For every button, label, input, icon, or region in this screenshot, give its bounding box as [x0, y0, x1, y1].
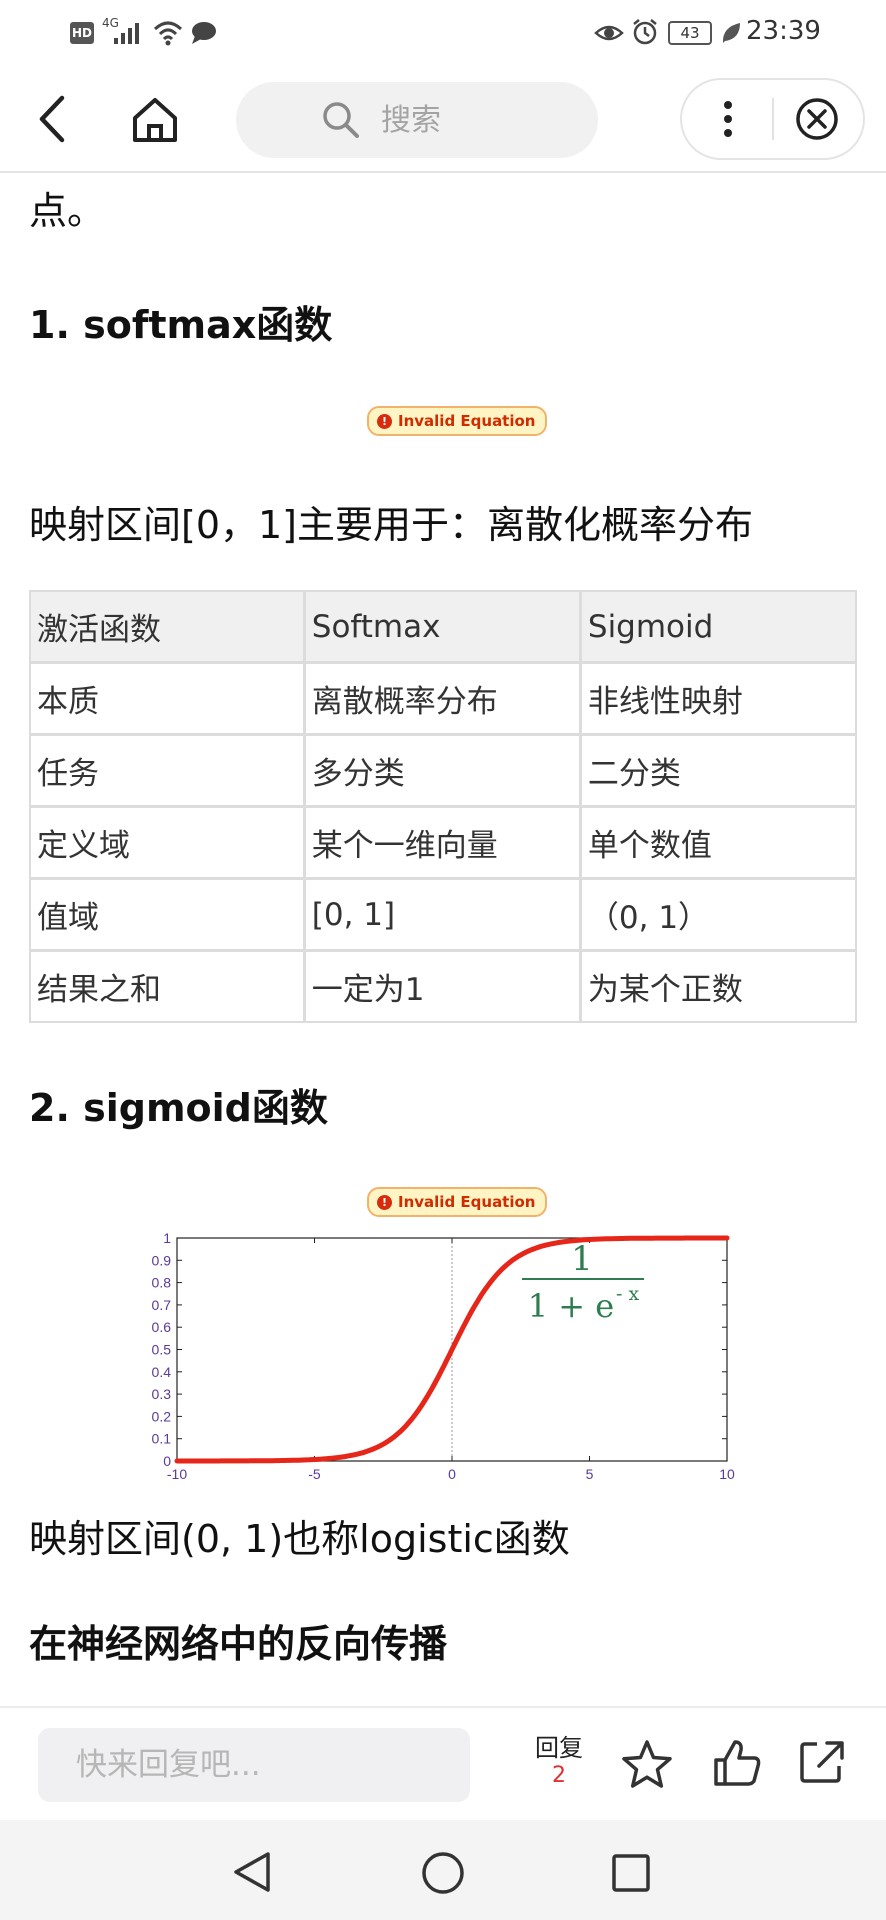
battery-icon: 43 [668, 21, 712, 45]
formula-denominator: 1 + e [528, 1287, 614, 1325]
table-header-cell: 激活函数 [31, 592, 306, 664]
warning-icon: ! [377, 413, 392, 429]
y-tick-label: 0 [163, 1453, 171, 1469]
table-cell: 多分类 [305, 736, 582, 808]
back-button[interactable] [22, 86, 82, 152]
status-time: 23:39 [746, 16, 821, 46]
back-icon [39, 95, 65, 143]
signal-icon [114, 23, 139, 44]
comparison-table: 激活函数 Softmax Sigmoid 本质 离散概率分布 非线性映射 任务 … [29, 590, 857, 1023]
softmax-note: 映射区间[0，1]主要用于：离散化概率分布 [29, 503, 754, 547]
table-row: 任务 多分类 二分类 [31, 736, 855, 808]
battery-level: 43 [680, 24, 700, 42]
sys-back-icon[interactable] [230, 1850, 274, 1894]
invalid-equation-label: Invalid Equation [398, 412, 536, 430]
table-header-cell: Softmax [305, 592, 582, 664]
y-tick-label: 0.2 [152, 1408, 172, 1424]
nav-bar [0, 66, 886, 173]
home-icon [133, 98, 177, 142]
table-cell: 任务 [31, 736, 306, 808]
formula: 1 1 + e - x [522, 1239, 644, 1325]
x-tick-label: 0 [448, 1466, 456, 1482]
sigmoid-chart: -10 -5 0 5 1000.10.20.30.40.50.60.70.80.91 1… [152, 1230, 735, 1482]
reply-count-button[interactable]: 回复 2 [526, 1728, 592, 1788]
y-tick-label: 0.5 [152, 1342, 172, 1358]
table-row: 定义域 某个一维向量 单个数值 [31, 808, 855, 880]
formula-exponent: - x [616, 1283, 639, 1305]
table-cell: 为某个正数 [587, 972, 743, 1008]
table-cell: 离散概率分布 [305, 664, 582, 736]
invalid-equation-label: Invalid Equation [398, 1193, 536, 1211]
search-icon [323, 102, 359, 138]
table-row: 结果之和 一定为1 为某个正数 [31, 952, 855, 1021]
wifi-icon [153, 21, 183, 46]
leaf-icon [722, 23, 740, 43]
more-icon [724, 101, 732, 137]
sigmoid-note: 映射区间(0, 1)也称logistic函数 [29, 1517, 570, 1561]
x-tick-label: 10 [719, 1466, 735, 1482]
warning-icon: ! [377, 1194, 392, 1210]
table-cell: 非线性映射 [581, 664, 855, 736]
eye-comfort-icon [594, 25, 624, 41]
table-header-row: 激活函数 Softmax Sigmoid [31, 592, 855, 664]
system-nav-bar [0, 1820, 886, 1920]
y-tick-label: 0.1 [152, 1431, 172, 1447]
heading-softmax: 1. softmax函数 [29, 303, 333, 347]
table-cell: 一定为1 [306, 952, 582, 1021]
alarm-icon [633, 19, 657, 45]
table-cell: 单个数值 [581, 808, 855, 880]
mini-capsule [680, 78, 865, 160]
close-icon [796, 98, 838, 140]
reply-label: 回复 [535, 1734, 583, 1762]
star-icon[interactable] [620, 1738, 674, 1792]
invalid-equation-badge: ! Invalid Equation [367, 406, 548, 436]
y-tick-label: 1 [163, 1230, 171, 1246]
table-cell: 结果之和 [31, 952, 306, 1021]
table-cell: [0, 1] [305, 880, 582, 952]
search-input[interactable] [379, 101, 513, 139]
y-tick-label: 0.8 [152, 1275, 172, 1291]
like-icon[interactable] [710, 1736, 764, 1790]
table-cell: 值域 [31, 880, 306, 952]
table-row: 本质 离散概率分布 非线性映射 [31, 664, 855, 736]
capsule-divider [772, 98, 774, 140]
invalid-equation-badge: ! Invalid Equation [367, 1187, 548, 1217]
status-bar: HD 4G 43 23:39 [0, 0, 886, 66]
close-button[interactable] [784, 88, 850, 150]
formula-numerator: 1 [571, 1239, 593, 1279]
more-button[interactable] [696, 88, 760, 150]
x-tick-label: 5 [586, 1466, 594, 1482]
hd-badge: HD [70, 22, 94, 44]
table-cell: 某个一维向量 [305, 808, 582, 880]
y-tick-label: 0.3 [152, 1386, 172, 1402]
heading-backprop: 在神经网络中的反向传播 [29, 1622, 448, 1666]
y-tick-label: 0.7 [152, 1297, 172, 1313]
sys-recents-icon[interactable] [610, 1852, 652, 1894]
table-cell: 本质 [31, 664, 306, 736]
sys-home-icon[interactable] [420, 1850, 466, 1896]
reply-input[interactable] [38, 1728, 470, 1802]
heading-sigmoid: 2. sigmoid函数 [29, 1086, 328, 1130]
table-header-cell: Sigmoid [581, 592, 855, 664]
search-box[interactable] [236, 82, 598, 158]
table-cell: 定义域 [31, 808, 306, 880]
home-button[interactable] [120, 86, 190, 152]
share-icon[interactable] [797, 1736, 847, 1786]
table-row: 值域 [0, 1] （0, 1） [31, 880, 855, 952]
reply-count: 2 [552, 1763, 566, 1788]
x-tick-label: -5 [308, 1466, 321, 1482]
lead-text: 点。 [29, 189, 106, 233]
y-tick-label: 0.9 [152, 1252, 172, 1268]
table-cell: 二分类 [581, 736, 855, 808]
y-tick-label: 0.6 [152, 1319, 172, 1335]
reply-bar: 回复 2 [0, 1706, 886, 1822]
y-tick-label: 0.4 [152, 1364, 172, 1380]
message-icon [192, 22, 216, 44]
table-cell: （0, 1） [581, 880, 855, 952]
